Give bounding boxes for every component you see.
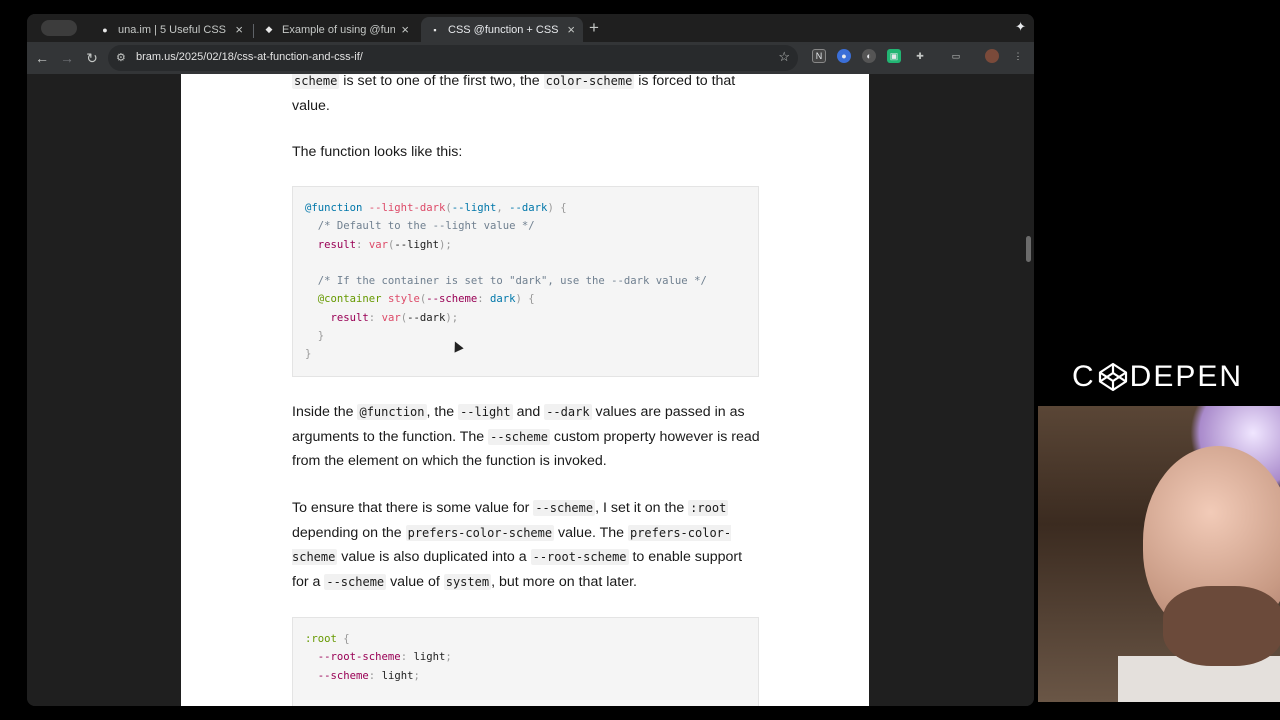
text: Inside the	[292, 404, 358, 420]
text: value is also duplicated into a	[337, 549, 531, 566]
code-token: --scheme	[426, 293, 478, 306]
code-token: var	[368, 238, 388, 251]
codepen-logo: C DEPEN	[1072, 360, 1243, 394]
bookmark-star-icon[interactable]: ☆	[778, 49, 790, 65]
github-icon: ●	[102, 24, 108, 35]
code-comment: /* If the container is set to "dark", us…	[317, 275, 707, 288]
text: and	[512, 404, 545, 420]
extension-green-icon[interactable]: ▣	[887, 49, 901, 63]
tab-example[interactable]: ◆ Example of using @function a ×	[255, 17, 417, 42]
logo-text: DEPEN	[1129, 360, 1244, 393]
tab-label: una.im | 5 Useful CSS functions	[118, 23, 229, 36]
close-icon[interactable]: ×	[235, 22, 243, 37]
url-text[interactable]: bram.us/2025/02/18/css-at-function-and-c…	[136, 51, 363, 63]
reload-icon[interactable]: ↻	[82, 48, 102, 68]
paragraph-function-intro: The function looks like this:	[292, 144, 463, 160]
address-bar[interactable]: ⚙ bram.us/2025/02/18/css-at-function-and…	[108, 45, 798, 71]
site-settings-icon[interactable]: ⚙	[116, 51, 126, 64]
close-icon[interactable]: ×	[567, 22, 575, 37]
inline-code: system	[443, 573, 492, 590]
inline-code: --scheme	[533, 500, 596, 516]
paragraph-inside-function: Inside the @function, the --light and --…	[292, 400, 762, 474]
code-token: result	[317, 238, 357, 251]
code-token: light	[413, 651, 446, 664]
text: , I set it on the	[595, 500, 689, 516]
code-token: --dark	[509, 202, 548, 214]
codepen-icon: ◆	[265, 24, 273, 34]
extensions-puzzle-icon[interactable]: ✚	[913, 49, 927, 63]
inline-code: scheme	[292, 74, 340, 89]
inline-code: prefers-color-scheme	[405, 524, 555, 541]
cast-icon[interactable]: ▭	[949, 49, 963, 63]
code-token: :root	[305, 633, 337, 645]
code-comment: /* Default to the --light value */	[317, 220, 535, 233]
scrollbar-thumb[interactable]	[1026, 236, 1031, 262]
code-token: result	[330, 311, 369, 324]
inline-code: @function	[357, 404, 427, 420]
paragraph-ensure-value: To ensure that there is some value for -…	[292, 496, 762, 594]
code-block-root: :root { --root-scheme: light; --scheme: …	[292, 617, 759, 706]
code-token: @container	[317, 293, 382, 306]
inline-code: color-scheme	[543, 74, 635, 89]
back-icon[interactable]: ←	[32, 48, 52, 68]
tab-una[interactable]: ● una.im | 5 Useful CSS functions ×	[91, 17, 251, 42]
text: value. The	[554, 524, 628, 541]
codepen-cube-icon	[1098, 362, 1127, 392]
forward-icon[interactable]: →	[57, 48, 77, 68]
menu-kebab-icon[interactable]: ⋮	[1011, 49, 1025, 63]
inline-code: --scheme	[324, 573, 387, 590]
inline-code: --light	[458, 404, 513, 420]
bram-icon: ▪	[433, 24, 437, 35]
code-token: style	[387, 293, 420, 306]
gemini-icon[interactable]: ✦	[1015, 19, 1026, 35]
code-token: --root-scheme	[317, 651, 401, 664]
paragraph-intro: scheme is set to one of the first two, t…	[292, 74, 762, 118]
text: , but more on that later.	[491, 573, 637, 590]
browser-toolbar: ← → ↻ ⚙ bram.us/2025/02/18/css-at-functi…	[27, 42, 1034, 74]
inline-code: --scheme	[488, 428, 550, 445]
inline-code: --root-scheme	[530, 549, 629, 566]
avatar[interactable]	[985, 49, 999, 63]
code-token: --light	[394, 238, 439, 251]
webcam-beard	[1163, 586, 1280, 666]
code-token: @function	[305, 202, 363, 214]
code-token: var	[381, 311, 401, 324]
extension-blue-icon[interactable]: ●	[837, 49, 851, 63]
text: is set to one of the first two, the	[339, 74, 544, 89]
tab-label: Example of using @function a	[282, 23, 396, 36]
logo-text: C	[1072, 360, 1096, 393]
code-token: --scheme	[317, 669, 369, 682]
close-icon[interactable]: ×	[401, 22, 409, 37]
inline-code: :root	[688, 500, 729, 516]
code-token: --light	[451, 202, 497, 214]
new-tab-icon[interactable]: +	[589, 18, 599, 38]
tab-separator	[253, 24, 254, 38]
webcam-feed	[1038, 406, 1280, 702]
extension-gray-icon[interactable]: ◐	[862, 49, 876, 63]
tab-active-bram[interactable]: ▪ CSS @function + CSS if() = 😍 ×	[421, 17, 583, 42]
tab-group-chip[interactable]	[41, 20, 77, 36]
text: value of	[386, 573, 444, 590]
text: depending on the	[292, 524, 406, 541]
tab-label: CSS @function + CSS if() = 😍	[448, 24, 561, 36]
text: , the	[426, 404, 459, 420]
code-token: light	[381, 669, 414, 682]
tab-strip: ● una.im | 5 Useful CSS functions × ◆ Ex…	[27, 14, 1034, 42]
code-token: --light-dark	[368, 202, 446, 214]
code-token: --dark	[407, 311, 446, 324]
page-viewport: scheme is set to one of the first two, t…	[27, 74, 1034, 706]
notion-icon[interactable]: N	[812, 49, 826, 63]
text: To ensure that there is some value for	[292, 500, 534, 516]
inline-code: --dark	[544, 404, 592, 420]
code-block-function: @function --light-dark(--light, --dark) …	[292, 186, 759, 377]
article-content: scheme is set to one of the first two, t…	[181, 74, 869, 706]
browser-window: ● una.im | 5 Useful CSS functions × ◆ Ex…	[27, 14, 1034, 706]
code-token: dark	[490, 293, 516, 306]
